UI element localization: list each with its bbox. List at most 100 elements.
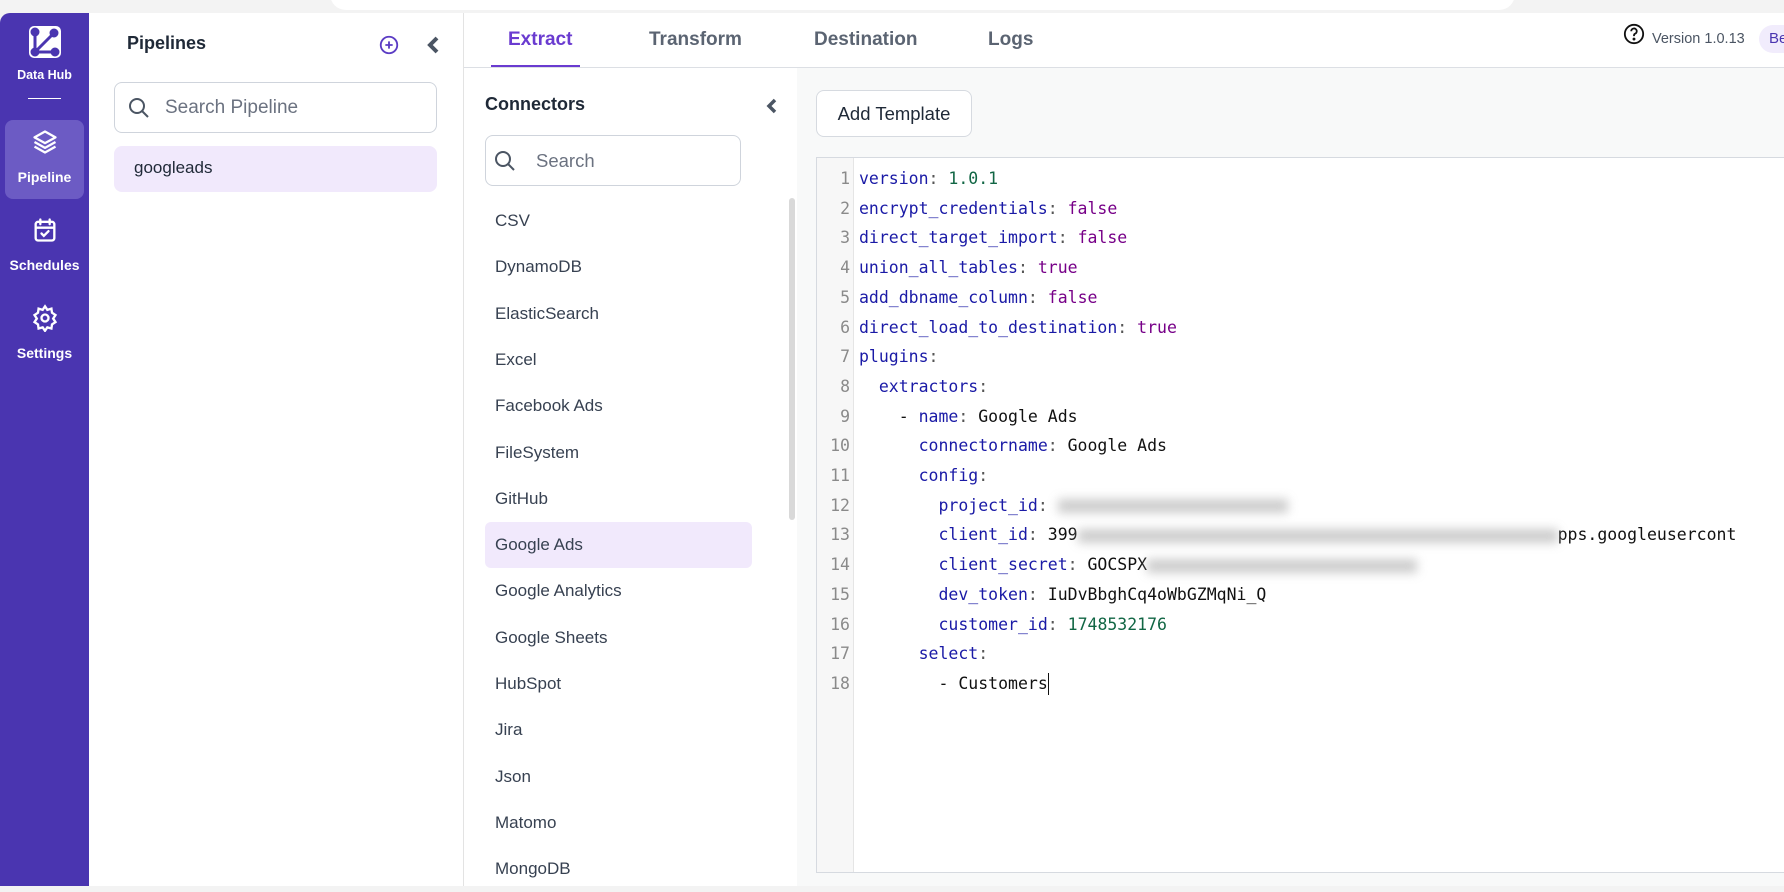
code-token: : xyxy=(1027,584,1048,604)
tab-destination[interactable]: Destination xyxy=(814,29,917,51)
code-text: dev_token: IuDvBbghCq4oWbGZMqNi_Q xyxy=(859,580,1266,610)
code-token: GOCSPX xyxy=(1087,555,1148,575)
connector-item[interactable]: Jira xyxy=(485,707,752,753)
code-token: version xyxy=(859,169,929,188)
sidebar: Data Hub Pipeline Schedules Settings xyxy=(0,13,89,886)
connector-item[interactable]: ElasticSearch xyxy=(485,291,752,337)
code-token: customer_id xyxy=(938,614,1048,634)
add-pipeline-icon[interactable] xyxy=(378,34,400,56)
code-token: 1748532176 xyxy=(1067,614,1167,634)
text-cursor xyxy=(1047,673,1049,696)
version-label: Version 1.0.13 xyxy=(1652,31,1745,47)
code-token: : xyxy=(1057,228,1078,248)
line-number: 10 xyxy=(830,436,850,456)
code-token: : xyxy=(958,406,979,426)
header-badge[interactable]: Be xyxy=(1759,25,1784,53)
code-text: - Customers xyxy=(859,669,1049,699)
connector-item[interactable]: Google Sheets xyxy=(485,615,752,661)
connector-item[interactable]: Google Analytics xyxy=(485,568,752,614)
nav-label: Schedules xyxy=(9,257,80,273)
nav-pipeline[interactable]: Pipeline xyxy=(5,120,84,199)
connector-item[interactable]: Facebook Ads xyxy=(485,383,752,429)
nav-settings[interactable]: Settings xyxy=(5,296,84,375)
line-number: 14 xyxy=(830,555,850,575)
code-token: false xyxy=(1067,198,1118,218)
collapse-chevron-icon[interactable] xyxy=(424,34,442,56)
calendar-check-icon xyxy=(34,218,56,242)
code-token: : xyxy=(1047,614,1068,634)
search-placeholder: Search Pipeline xyxy=(165,97,299,118)
collapse-chevron-icon[interactable] xyxy=(765,97,779,115)
code-text: version: 1.0.1 xyxy=(859,164,998,194)
tab-extract[interactable]: Extract xyxy=(508,29,572,51)
code-token: Google Ads xyxy=(1067,436,1167,456)
code-token: false xyxy=(1077,228,1128,248)
connector-item[interactable]: Json xyxy=(485,754,752,800)
connector-item[interactable]: FileSystem xyxy=(485,430,752,476)
code-token: dev_token xyxy=(938,584,1028,604)
code-token: 1.0.1 xyxy=(948,169,999,188)
code-token: : xyxy=(1047,198,1068,218)
line-number: 12 xyxy=(830,495,850,515)
nav-schedules[interactable]: Schedules xyxy=(5,208,84,287)
code-token: direct_load_to_destination xyxy=(859,317,1118,337)
line-number: 15 xyxy=(830,584,850,604)
add-template-button[interactable]: Add Template xyxy=(816,90,972,137)
scrollbar[interactable] xyxy=(789,198,795,520)
redacted-value xyxy=(1057,499,1288,514)
code-text: union_all_tables: true xyxy=(859,253,1078,283)
code-token: pps.googleusercont xyxy=(1557,525,1737,545)
connector-item[interactable]: Excel xyxy=(485,337,752,383)
connector-search-input[interactable]: Search xyxy=(485,135,741,186)
code-token: Customers xyxy=(958,673,1048,693)
code-token: : xyxy=(1117,317,1138,337)
line-number: 8 xyxy=(840,376,850,396)
code-token: plugins xyxy=(859,347,929,367)
connector-item[interactable]: DynamoDB xyxy=(485,244,752,290)
yaml-editor[interactable]: 1 version: 1.0.1 2 encrypt_credentials: fal… xyxy=(816,157,1784,873)
connector-item[interactable]: CSV xyxy=(485,198,752,244)
code-text: extractors: xyxy=(859,372,988,402)
code-token: : xyxy=(978,466,989,485)
code-token: IuDvBbghCq4oWbGZMqNi_Q xyxy=(1047,584,1267,604)
connectors-title: Connectors xyxy=(485,94,586,114)
connector-item[interactable]: HubSpot xyxy=(485,661,752,707)
help-icon[interactable] xyxy=(1623,23,1645,45)
code-text: project_id: xyxy=(859,491,1288,521)
layers-icon xyxy=(33,130,57,154)
nav-label: Settings xyxy=(16,345,73,361)
code-token: : xyxy=(1027,525,1048,545)
search-icon xyxy=(495,151,515,171)
line-number: 1 xyxy=(840,169,850,188)
connector-item[interactable]: Matomo xyxy=(485,800,752,846)
code-text: add_dbname_column: false xyxy=(859,283,1097,313)
code-token: : xyxy=(1037,495,1058,515)
tab-logs[interactable]: Logs xyxy=(988,29,1033,51)
connector-item[interactable]: GitHub xyxy=(485,476,752,522)
pipelines-title: Pipelines xyxy=(127,33,207,53)
tab-transform[interactable]: Transform xyxy=(649,29,742,51)
brand-label: Data Hub xyxy=(17,68,72,82)
redacted-value xyxy=(1077,528,1558,543)
code-token: add_dbname_column xyxy=(859,287,1028,307)
pipeline-item[interactable]: googleads xyxy=(114,146,437,192)
line-number: 5 xyxy=(840,287,850,307)
code-token: name xyxy=(918,406,959,426)
connector-item[interactable]: MongoDB xyxy=(485,846,752,892)
code-token: 399 xyxy=(1047,525,1078,545)
code-token: true xyxy=(1037,258,1078,278)
line-number: 2 xyxy=(840,198,850,218)
code-text: direct_load_to_destination: true xyxy=(859,313,1177,343)
search-pipeline-input[interactable]: Search Pipeline xyxy=(114,82,437,133)
code-text: select: xyxy=(859,639,989,669)
code-text: client_secret: GOCSPX xyxy=(859,550,1418,580)
connector-item[interactable]: Google Ads xyxy=(485,522,752,569)
code-text: plugins: xyxy=(859,342,938,372)
code-text: direct_target_import: false xyxy=(859,223,1127,253)
code-token: union_all_tables xyxy=(859,258,1018,278)
